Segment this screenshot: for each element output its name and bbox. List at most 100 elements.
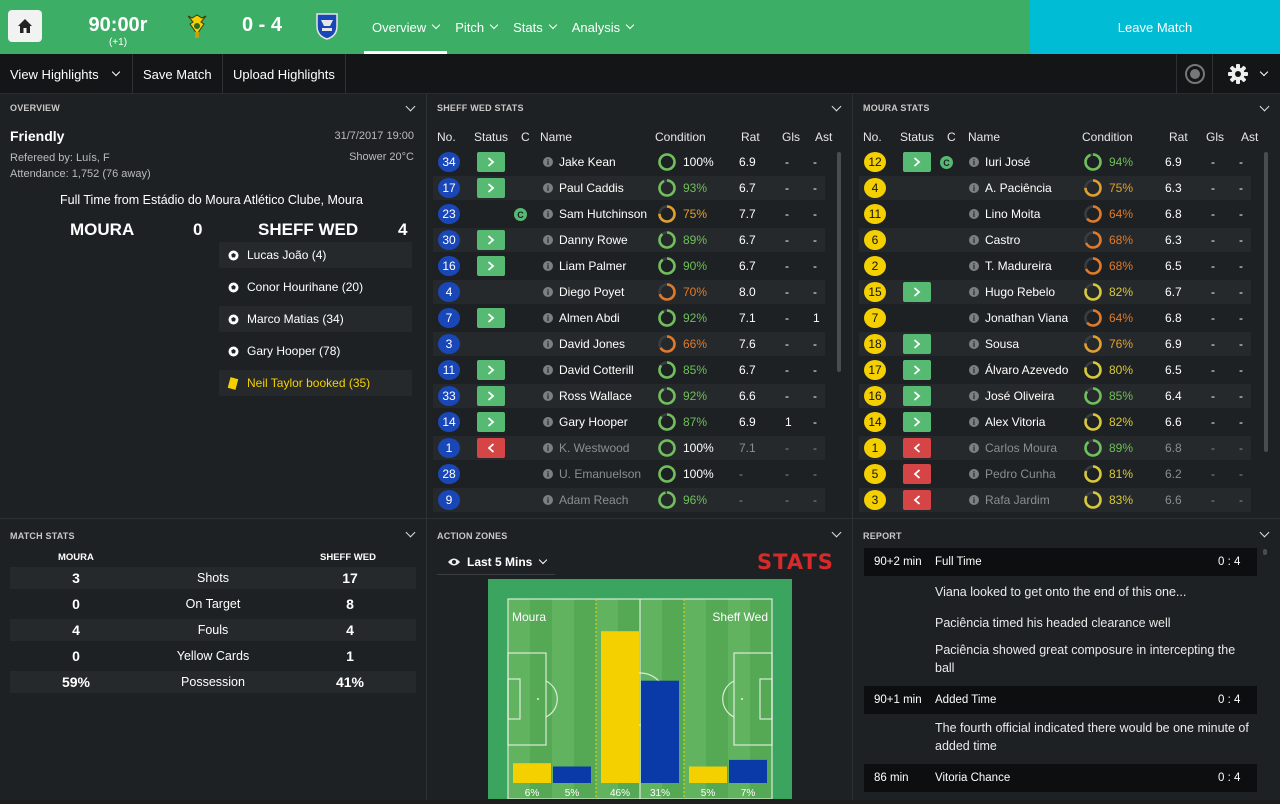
info-icon[interactable]: i <box>969 417 979 427</box>
player-name[interactable]: Pedro Cunha <box>985 467 1056 481</box>
tab-stats[interactable]: Stats <box>505 0 564 54</box>
chevron-down-icon[interactable] <box>831 101 842 112</box>
player-row[interactable]: 17 i Paul Caddis 93% 6.7 - - <box>433 176 825 200</box>
info-icon[interactable]: i <box>969 469 979 479</box>
info-icon[interactable]: i <box>543 209 553 219</box>
info-icon[interactable]: i <box>969 495 979 505</box>
player-row[interactable]: 7 i Almen Abdi 92% 7.1 - 1 <box>433 306 825 330</box>
sub-on-button[interactable] <box>477 178 505 198</box>
sub-on-button[interactable] <box>903 360 931 380</box>
player-name[interactable]: Jonathan Viana <box>985 311 1068 325</box>
player-name[interactable]: Lino Moita <box>985 207 1040 221</box>
player-name[interactable]: Gary Hooper <box>559 415 628 429</box>
tab-analysis[interactable]: Analysis <box>564 0 641 54</box>
tab-pitch[interactable]: Pitch <box>447 0 505 54</box>
player-name[interactable]: Sam Hutchinson <box>559 207 647 221</box>
player-name[interactable]: U. Emanuelson <box>559 467 641 481</box>
player-name[interactable]: David Jones <box>559 337 625 351</box>
player-name[interactable]: Jake Kean <box>559 155 616 169</box>
scrollbar[interactable] <box>1263 549 1267 555</box>
col-rating[interactable]: Rat <box>741 130 760 144</box>
info-icon[interactable]: i <box>543 417 553 427</box>
player-row[interactable]: 33 i Ross Wallace 92% 6.6 - - <box>433 384 825 408</box>
info-icon[interactable]: i <box>969 235 979 245</box>
player-row[interactable]: 14 i Gary Hooper 87% 6.9 1 - <box>433 410 825 434</box>
sub-on-button[interactable] <box>903 412 931 432</box>
player-name[interactable]: Adam Reach <box>559 493 628 507</box>
info-icon[interactable]: i <box>543 365 553 375</box>
sub-off-button[interactable] <box>903 490 931 510</box>
info-icon[interactable]: i <box>969 365 979 375</box>
col-captain[interactable]: C <box>521 130 530 144</box>
col-condition[interactable]: Condition <box>1082 130 1133 144</box>
sub-on-button[interactable] <box>477 152 505 172</box>
player-name[interactable]: Paul Caddis <box>559 181 624 195</box>
sub-on-button[interactable] <box>477 412 505 432</box>
player-name[interactable]: David Cotterill <box>559 363 634 377</box>
player-row[interactable]: 23 Ci Sam Hutchinson 75% 7.7 - - <box>433 202 825 226</box>
player-row[interactable]: 14 i Alex Vitoria 82% 6.6 - - <box>859 410 1251 434</box>
col-name[interactable]: Name <box>968 130 1000 144</box>
player-name[interactable]: Iuri José <box>985 155 1030 169</box>
player-row[interactable]: 4 i A. Paciência 75% 6.3 - - <box>859 176 1251 200</box>
info-icon[interactable]: i <box>543 313 553 323</box>
chevron-down-icon[interactable] <box>405 527 416 538</box>
info-icon[interactable]: i <box>969 183 979 193</box>
chevron-down-icon[interactable] <box>831 527 842 538</box>
col-no[interactable]: No. <box>437 130 456 144</box>
info-icon[interactable]: i <box>969 443 979 453</box>
leave-match-button[interactable]: Leave Match <box>1030 0 1280 54</box>
col-goals[interactable]: Gls <box>782 130 800 144</box>
player-name[interactable]: Diego Poyet <box>559 285 624 299</box>
player-row[interactable]: 3 i Rafa Jardim 83% 6.6 - - <box>859 488 1251 512</box>
tab-overview[interactable]: Overview <box>364 0 448 54</box>
player-row[interactable]: 6 i Castro 68% 6.3 - - <box>859 228 1251 252</box>
time-filter-dropdown[interactable]: Last 5 Mins <box>437 549 555 575</box>
player-row[interactable]: 16 i José Oliveira 85% 6.4 - - <box>859 384 1251 408</box>
info-icon[interactable]: i <box>969 391 979 401</box>
sub-off-button[interactable] <box>903 464 931 484</box>
info-icon[interactable]: i <box>543 443 553 453</box>
sub-off-button[interactable] <box>903 438 931 458</box>
sub-on-button[interactable] <box>903 282 931 302</box>
player-row[interactable]: 30 i Danny Rowe 89% 6.7 - - <box>433 228 825 252</box>
player-row[interactable]: 16 i Liam Palmer 90% 6.7 - - <box>433 254 825 278</box>
save-match-button[interactable]: Save Match <box>133 54 223 94</box>
player-row[interactable]: 28 i U. Emanuelson 100% - - - <box>433 462 825 486</box>
player-name[interactable]: José Oliveira <box>985 389 1054 403</box>
player-row[interactable]: 3 i David Jones 66% 7.6 - - <box>433 332 825 356</box>
info-icon[interactable]: i <box>543 235 553 245</box>
home-button[interactable] <box>8 10 42 42</box>
info-icon[interactable]: i <box>969 287 979 297</box>
player-name[interactable]: Álvaro Azevedo <box>985 363 1068 377</box>
info-icon[interactable]: i <box>543 287 553 297</box>
chevron-down-icon[interactable] <box>1259 527 1270 538</box>
player-name[interactable]: Hugo Rebelo <box>985 285 1055 299</box>
player-name[interactable]: K. Westwood <box>559 441 629 455</box>
info-icon[interactable]: i <box>969 339 979 349</box>
info-icon[interactable]: i <box>969 261 979 271</box>
sub-on-button[interactable] <box>477 230 505 250</box>
player-row[interactable]: 11 i Lino Moita 64% 6.8 - - <box>859 202 1251 226</box>
col-assists[interactable]: Ast <box>1241 130 1258 144</box>
info-icon[interactable]: i <box>543 157 553 167</box>
info-icon[interactable]: i <box>543 495 553 505</box>
player-row[interactable]: 18 i Sousa 76% 6.9 - - <box>859 332 1251 356</box>
sub-on-button[interactable] <box>477 360 505 380</box>
player-name[interactable]: Ross Wallace <box>559 389 632 403</box>
scrollbar[interactable] <box>837 152 841 372</box>
player-row[interactable]: 15 i Hugo Rebelo 82% 6.7 - - <box>859 280 1251 304</box>
col-no[interactable]: No. <box>863 130 882 144</box>
player-name[interactable]: Carlos Moura <box>985 441 1057 455</box>
info-icon[interactable]: i <box>969 157 979 167</box>
player-name[interactable]: Alex Vitoria <box>985 415 1045 429</box>
player-row[interactable]: 1 i K. Westwood 100% 7.1 - - <box>433 436 825 460</box>
sub-on-button[interactable] <box>903 334 931 354</box>
player-name[interactable]: Sousa <box>985 337 1019 351</box>
col-rating[interactable]: Rat <box>1169 130 1188 144</box>
player-name[interactable]: A. Paciência <box>985 181 1052 195</box>
player-row[interactable]: 7 i Jonathan Viana 64% 6.8 - - <box>859 306 1251 330</box>
col-captain[interactable]: C <box>947 130 956 144</box>
player-name[interactable]: T. Madureira <box>985 259 1052 273</box>
chevron-down-icon[interactable] <box>405 101 416 112</box>
